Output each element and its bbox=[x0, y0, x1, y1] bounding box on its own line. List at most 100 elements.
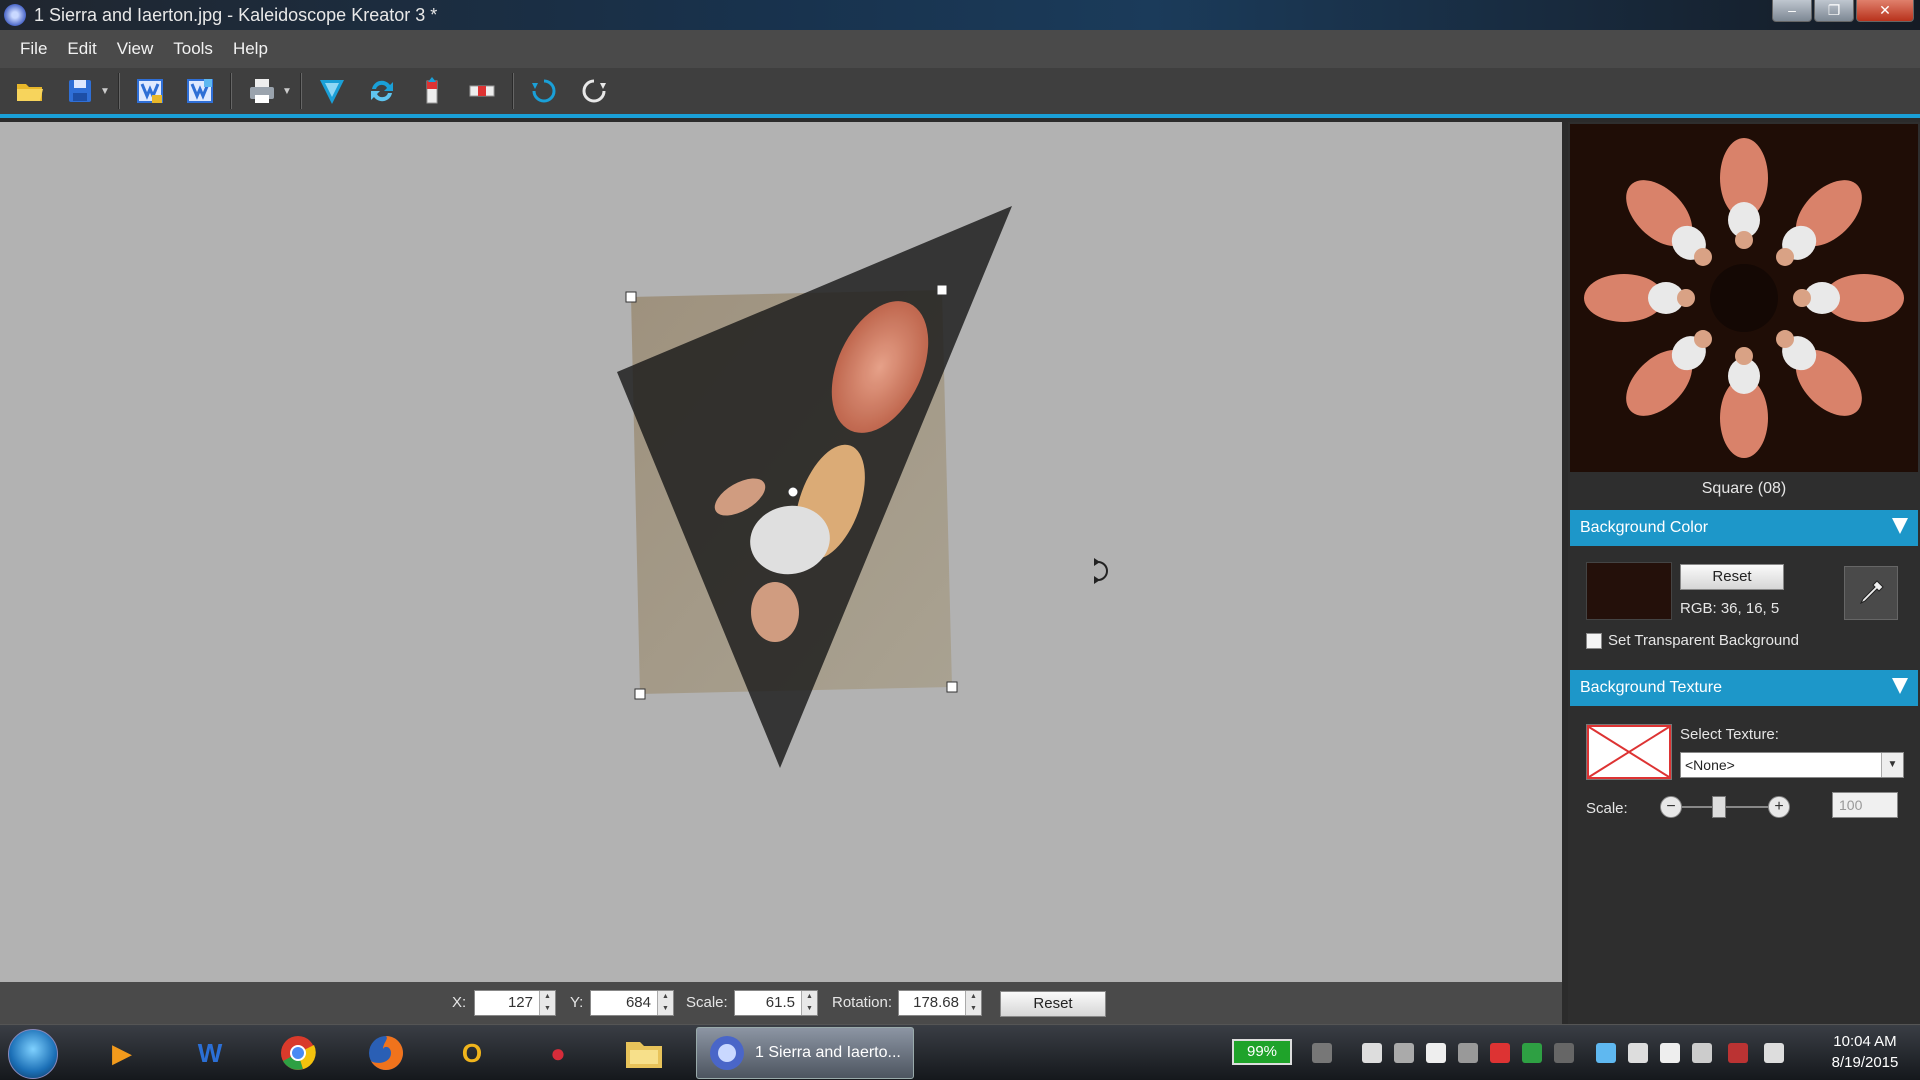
resize-handle bbox=[634, 688, 646, 700]
x-input[interactable]: 127 ▲ ▼ bbox=[474, 990, 556, 1016]
eyedropper-icon bbox=[1859, 580, 1884, 605]
cloud-icon[interactable] bbox=[1362, 1043, 1382, 1063]
start-button[interactable] bbox=[8, 1029, 58, 1079]
signal-icon[interactable] bbox=[1728, 1043, 1748, 1063]
scale-value: 61.5 bbox=[765, 994, 795, 1011]
rotation-input[interactable]: 178.68 ▲ ▼ bbox=[898, 990, 982, 1016]
network-icon[interactable] bbox=[1312, 1043, 1332, 1063]
flip-icon[interactable] bbox=[362, 71, 402, 111]
rotate-right-icon[interactable] bbox=[574, 71, 614, 111]
print-dropdown-icon[interactable]: ▼ bbox=[282, 86, 294, 97]
horizontal-flip-icon[interactable] bbox=[462, 71, 502, 111]
active-window-button[interactable]: 1 Sierra and Iaerto... bbox=[696, 1027, 914, 1079]
minimize-button[interactable]: – bbox=[1772, 0, 1812, 22]
flag-icon[interactable] bbox=[1660, 1043, 1680, 1063]
canvas-drawing bbox=[617, 206, 1108, 768]
y-spinner-icon[interactable]: ▲ ▼ bbox=[657, 991, 673, 1015]
maximize-button[interactable]: ❐ bbox=[1814, 0, 1854, 22]
background-color-reset-button[interactable]: Reset bbox=[1680, 564, 1784, 590]
background-texture-header[interactable]: Background Texture bbox=[1570, 670, 1918, 706]
tray-app-icon[interactable] bbox=[1394, 1043, 1414, 1063]
rotation-spinner-icon[interactable]: ▲ ▼ bbox=[965, 991, 981, 1015]
taskbar: ▶ W O ● 1 Sierra and Iaerto... 99% 10:04… bbox=[0, 1024, 1920, 1080]
volume-icon[interactable] bbox=[1764, 1043, 1784, 1063]
transparent-background-checkbox[interactable] bbox=[1586, 633, 1602, 649]
texture-scale-slider[interactable]: − + bbox=[1660, 792, 1790, 822]
slider-thumb[interactable] bbox=[1712, 796, 1726, 818]
resize-handle bbox=[936, 284, 948, 296]
transform-reset-button[interactable]: Reset bbox=[1000, 991, 1106, 1017]
save-icon[interactable] bbox=[60, 71, 100, 111]
export-image-icon[interactable] bbox=[130, 71, 170, 111]
toolbar-separator bbox=[300, 73, 302, 109]
scale-spinner-icon[interactable]: ▲ ▼ bbox=[801, 991, 817, 1015]
menu-tools[interactable]: Tools bbox=[163, 39, 223, 59]
collapse-arrow-icon[interactable] bbox=[1892, 518, 1908, 534]
tray-app-icon[interactable] bbox=[1692, 1043, 1712, 1063]
tray-app-icon[interactable] bbox=[1554, 1043, 1574, 1063]
antivirus-icon[interactable] bbox=[1490, 1043, 1510, 1063]
bluetooth-icon[interactable] bbox=[1628, 1043, 1648, 1063]
outlook-icon[interactable]: O bbox=[450, 1033, 494, 1073]
open-folder-icon[interactable] bbox=[10, 71, 50, 111]
background-color-header[interactable]: Background Color bbox=[1570, 510, 1918, 546]
export-image-alt-icon[interactable] bbox=[180, 71, 220, 111]
word-icon[interactable]: W bbox=[188, 1033, 232, 1073]
editing-canvas[interactable] bbox=[0, 122, 1562, 982]
file-explorer-icon[interactable] bbox=[622, 1033, 666, 1073]
window-controls: – ❐ ✕ bbox=[1772, 0, 1914, 22]
rotate-cursor-icon bbox=[1097, 561, 1108, 581]
x-spinner-icon[interactable]: ▲ ▼ bbox=[539, 991, 555, 1015]
transparent-background-label: Set Transparent Background bbox=[1608, 632, 1799, 649]
rotate-left-icon[interactable] bbox=[524, 71, 564, 111]
clock-time: 10:04 AM bbox=[1833, 1033, 1897, 1050]
background-color-swatch[interactable] bbox=[1586, 562, 1672, 620]
firefox-icon[interactable] bbox=[364, 1033, 408, 1073]
kaleidoscope-app-icon bbox=[710, 1036, 744, 1070]
y-input[interactable]: 684 ▲ ▼ bbox=[590, 990, 674, 1016]
zoom-out-icon[interactable]: − bbox=[1660, 796, 1682, 818]
resize-handle bbox=[625, 291, 637, 303]
select-texture-label: Select Texture: bbox=[1680, 726, 1779, 743]
zoom-in-icon[interactable]: + bbox=[1768, 796, 1790, 818]
display-icon[interactable] bbox=[1596, 1043, 1616, 1063]
active-window-label: 1 Sierra and Iaerto... bbox=[755, 1044, 901, 1061]
save-dropdown-icon[interactable]: ▼ bbox=[100, 86, 112, 97]
eyedropper-button[interactable] bbox=[1844, 566, 1898, 620]
system-clock[interactable]: 10:04 AM 8/19/2015 bbox=[1820, 1031, 1910, 1073]
dropbox-icon[interactable] bbox=[1426, 1043, 1446, 1063]
background-color-title: Background Color bbox=[1580, 519, 1709, 536]
chevron-down-icon[interactable]: ▼ bbox=[1881, 753, 1903, 777]
collapse-arrow-icon[interactable] bbox=[1892, 678, 1908, 694]
rgb-value: RGB: 36, 16, 5 bbox=[1680, 600, 1780, 617]
rotation-label: Rotation: bbox=[832, 994, 893, 1011]
funnel-filter-icon[interactable] bbox=[312, 71, 352, 111]
toolbar: ▼ ▼ bbox=[0, 68, 1920, 118]
texture-select[interactable]: <None> ▼ bbox=[1680, 752, 1904, 778]
clock-date: 8/19/2015 bbox=[1831, 1054, 1899, 1071]
texture-thumbnail bbox=[1586, 724, 1672, 780]
print-icon[interactable] bbox=[242, 71, 282, 111]
x-value: 127 bbox=[507, 994, 533, 1011]
chrome-icon[interactable] bbox=[276, 1033, 320, 1073]
menu-view[interactable]: View bbox=[107, 39, 164, 59]
center-handle bbox=[787, 486, 799, 498]
y-label: Y: bbox=[570, 994, 584, 1011]
app-red-icon[interactable]: ● bbox=[536, 1033, 580, 1073]
preview-pattern-label: Square (08) bbox=[1701, 480, 1787, 497]
x-label: X: bbox=[452, 994, 467, 1011]
background-texture-title: Background Texture bbox=[1580, 679, 1723, 696]
close-button[interactable]: ✕ bbox=[1856, 0, 1914, 22]
status-bar: X: 127 ▲ ▼ Y: 684 ▲ ▼ Scale: 61.5 ▲ ▼ Rotat… bbox=[0, 982, 1562, 1024]
media-player-icon[interactable]: ▶ bbox=[100, 1033, 144, 1073]
menu-edit[interactable]: Edit bbox=[57, 39, 106, 59]
resize-handle bbox=[946, 681, 958, 693]
vertical-flip-icon[interactable] bbox=[412, 71, 452, 111]
battery-indicator[interactable]: 99% bbox=[1232, 1039, 1292, 1065]
tray-app-icon[interactable] bbox=[1522, 1043, 1542, 1063]
right-panel: Square (08) Background Color Reset RGB: … bbox=[1568, 122, 1920, 1024]
scale-input[interactable]: 61.5 ▲ ▼ bbox=[734, 990, 818, 1016]
menu-file[interactable]: File bbox=[10, 39, 57, 59]
tray-app-icon[interactable] bbox=[1458, 1043, 1478, 1063]
menu-help[interactable]: Help bbox=[223, 39, 278, 59]
